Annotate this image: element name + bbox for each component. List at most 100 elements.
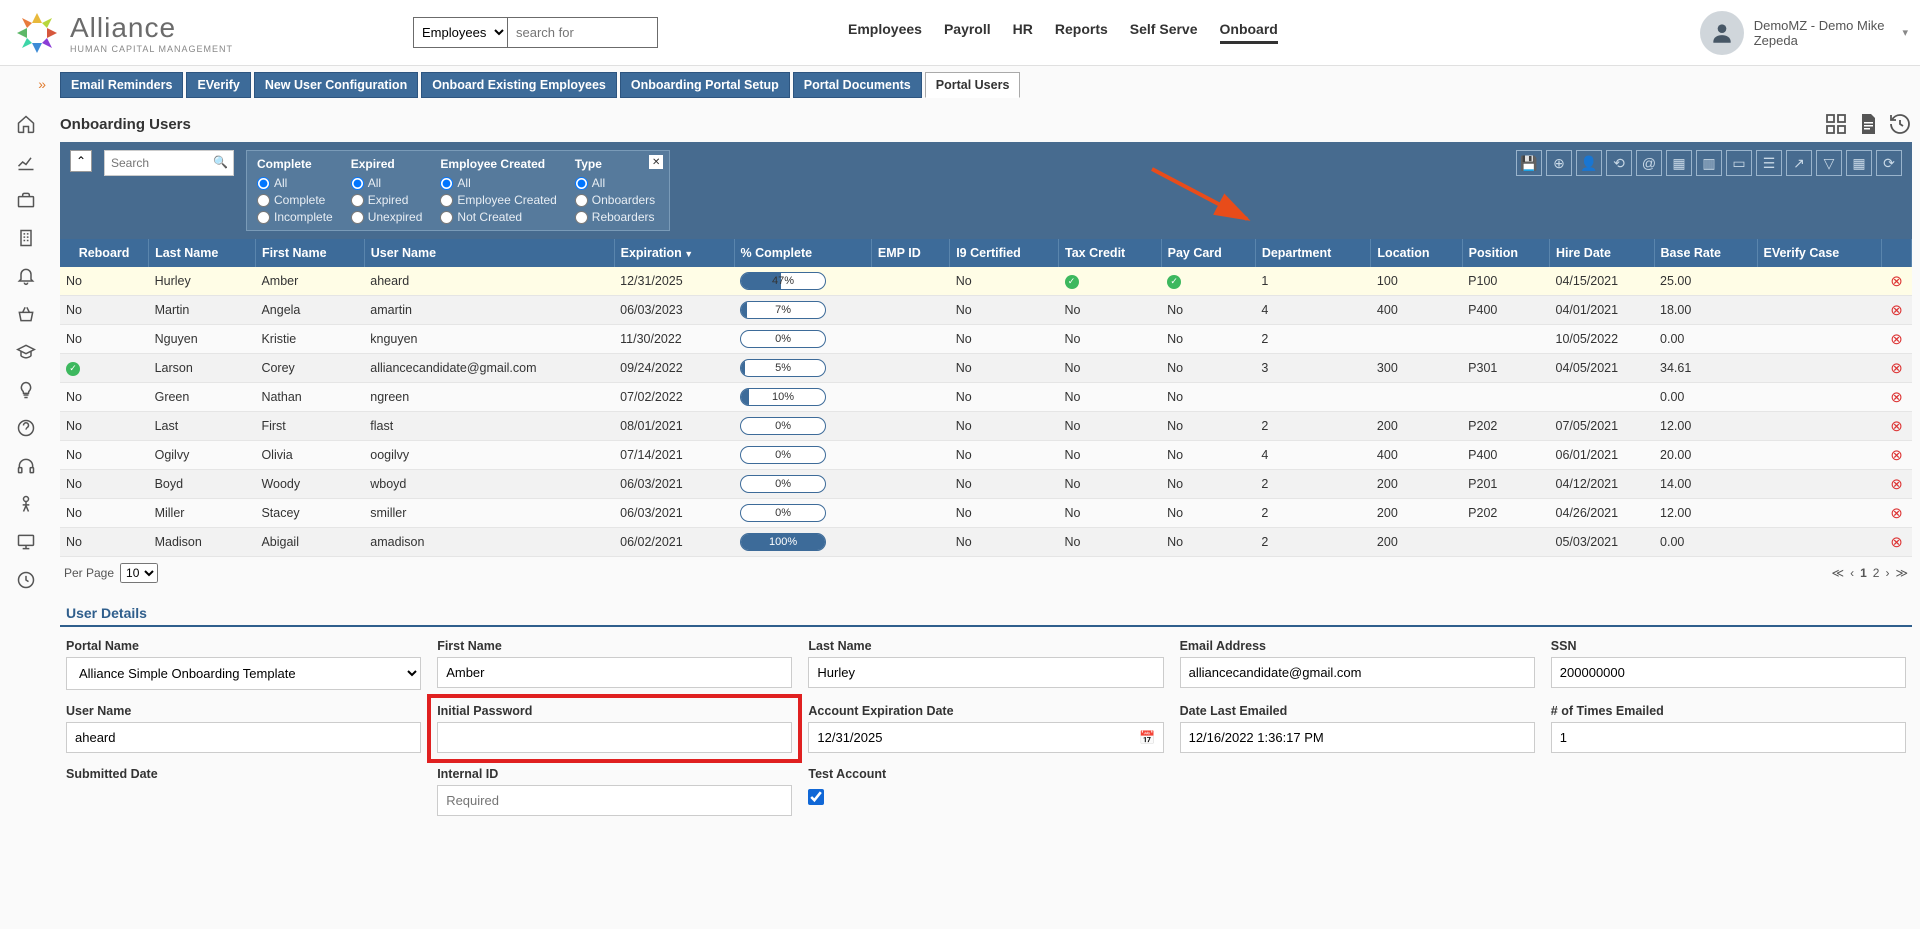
- clock-icon[interactable]: [16, 570, 36, 590]
- col-pay-card[interactable]: Pay Card: [1161, 239, 1255, 267]
- tab-portal-users[interactable]: Portal Users: [925, 72, 1021, 98]
- times-emailed-input[interactable]: [1551, 722, 1906, 753]
- delete-icon[interactable]: ⊗: [1882, 499, 1912, 528]
- filter-expired-expired[interactable]: Expired: [351, 193, 423, 207]
- tab-email-reminders[interactable]: Email Reminders: [60, 72, 183, 98]
- delete-icon[interactable]: ⊗: [1882, 267, 1912, 296]
- folder-icon[interactable]: ▭: [1726, 150, 1752, 176]
- col-location[interactable]: Location: [1371, 239, 1462, 267]
- table-row[interactable]: NoMillerStaceysmiller06/03/20210%NoNoNo2…: [60, 499, 1912, 528]
- add-icon[interactable]: ⊕: [1546, 150, 1572, 176]
- col-expiration[interactable]: Expiration: [614, 239, 734, 267]
- nav-hr[interactable]: HR: [1013, 21, 1033, 44]
- document-icon[interactable]: [1856, 112, 1880, 136]
- delete-icon[interactable]: ⊗: [1882, 383, 1912, 412]
- help-icon[interactable]: [16, 418, 36, 438]
- table-row[interactable]: ✓LarsonCoreyalliancecandidate@gmail.com0…: [60, 354, 1912, 383]
- history-icon[interactable]: [1888, 112, 1912, 136]
- test-acct-checkbox[interactable]: [808, 789, 824, 805]
- filter-expired-all[interactable]: All: [351, 176, 423, 190]
- briefcase-icon[interactable]: [16, 190, 36, 210]
- col-department[interactable]: Department: [1255, 239, 1371, 267]
- delete-icon[interactable]: ⊗: [1882, 325, 1912, 354]
- pager-next-icon[interactable]: ›: [1885, 566, 1889, 580]
- nav-reports[interactable]: Reports: [1055, 21, 1108, 44]
- ssn-input[interactable]: [1551, 657, 1906, 688]
- delete-icon[interactable]: ⊗: [1882, 470, 1912, 499]
- export-icon[interactable]: ↗: [1786, 150, 1812, 176]
- acct-exp-input[interactable]: [808, 722, 1163, 753]
- close-filter-icon[interactable]: ✕: [649, 155, 663, 169]
- nav-onboard[interactable]: Onboard: [1220, 21, 1278, 44]
- table-row[interactable]: NoBoydWoodywboyd06/03/20210%NoNoNo2200P2…: [60, 470, 1912, 499]
- filter-complete-complete[interactable]: Complete: [257, 193, 333, 207]
- filter-empcreated-notcreated[interactable]: Not Created: [440, 210, 556, 224]
- last-emailed-input[interactable]: [1180, 722, 1535, 753]
- filter-icon[interactable]: ▽: [1816, 150, 1842, 176]
- filter-empcreated-all[interactable]: All: [440, 176, 556, 190]
- table-row[interactable]: NoHurleyAmberaheard12/31/202547%No✓✓1100…: [60, 267, 1912, 296]
- collapse-filter-icon[interactable]: ⌃: [70, 150, 92, 172]
- search-scope-select[interactable]: Employees: [413, 17, 508, 48]
- col-base-rate[interactable]: Base Rate: [1654, 239, 1757, 267]
- list-icon[interactable]: ☰: [1756, 150, 1782, 176]
- chart-icon[interactable]: [16, 152, 36, 172]
- delete-icon[interactable]: ⊗: [1882, 296, 1912, 325]
- col-reboard[interactable]: Reboard: [60, 239, 149, 267]
- pager-last-icon[interactable]: ≫: [1895, 566, 1908, 580]
- pager-page2[interactable]: 2: [1873, 566, 1880, 580]
- person-icon[interactable]: [16, 494, 36, 514]
- per-page-select[interactable]: 10: [120, 563, 158, 583]
- portal-name-select[interactable]: Alliance Simple Onboarding Template: [66, 657, 421, 690]
- email-input[interactable]: [1180, 657, 1535, 688]
- col-everify-case[interactable]: EVerify Case: [1757, 239, 1882, 267]
- nav-employees[interactable]: Employees: [848, 21, 922, 44]
- monitor-icon[interactable]: [16, 532, 36, 552]
- nav-payroll[interactable]: Payroll: [944, 21, 991, 44]
- tab-portal-setup[interactable]: Onboarding Portal Setup: [620, 72, 790, 98]
- internal-id-input[interactable]: [437, 785, 792, 816]
- col-i9-certified[interactable]: I9 Certified: [950, 239, 1059, 267]
- col-last-name[interactable]: Last Name: [149, 239, 256, 267]
- col-position[interactable]: Position: [1462, 239, 1549, 267]
- col-tax-credit[interactable]: Tax Credit: [1059, 239, 1162, 267]
- basket-icon[interactable]: [16, 304, 36, 324]
- export-pdf-icon[interactable]: ▦: [1666, 150, 1692, 176]
- graduation-icon[interactable]: [16, 342, 36, 362]
- col-hire-date[interactable]: Hire Date: [1550, 239, 1655, 267]
- user-menu[interactable]: DemoMZ - Demo Mike Zepeda ▾: [1700, 11, 1908, 55]
- filter-expired-unexpired[interactable]: Unexpired: [351, 210, 423, 224]
- tab-everify[interactable]: EVerify: [186, 72, 250, 98]
- first-name-input[interactable]: [437, 657, 792, 688]
- headphones-icon[interactable]: [16, 456, 36, 476]
- nav-selfserve[interactable]: Self Serve: [1130, 21, 1198, 44]
- last-name-input[interactable]: [808, 657, 1163, 688]
- col-emp-id[interactable]: EMP ID: [871, 239, 949, 267]
- pager-first-icon[interactable]: ≪: [1832, 566, 1845, 580]
- sidebar-expand-icon[interactable]: »: [38, 76, 46, 92]
- col-[interactable]: [1882, 239, 1912, 267]
- filter-type-all[interactable]: All: [575, 176, 655, 190]
- filter-type-onboarders[interactable]: Onboarders: [575, 193, 655, 207]
- delete-icon[interactable]: ⊗: [1882, 412, 1912, 441]
- table-row[interactable]: NoMadisonAbigailamadison06/02/2021100%No…: [60, 528, 1912, 557]
- table-row[interactable]: NoOgilvyOliviaoogilvy07/14/20210%NoNoNo4…: [60, 441, 1912, 470]
- initial-password-input[interactable]: [437, 722, 792, 753]
- bell-icon[interactable]: [16, 266, 36, 286]
- calendar-icon[interactable]: 📅: [1139, 730, 1155, 746]
- table-row[interactable]: NoLastFirstflast08/01/20210%NoNoNo2200P2…: [60, 412, 1912, 441]
- table-row[interactable]: NoNguyenKristieknguyen11/30/20220%NoNoNo…: [60, 325, 1912, 354]
- col--complete[interactable]: % Complete: [734, 239, 871, 267]
- lightbulb-icon[interactable]: [16, 380, 36, 400]
- filter-complete-all[interactable]: All: [257, 176, 333, 190]
- delete-icon[interactable]: ⊗: [1882, 354, 1912, 383]
- refresh-history-icon[interactable]: ⟲: [1606, 150, 1632, 176]
- table-row[interactable]: NoMartinAngelaamartin06/03/20237%NoNoNo4…: [60, 296, 1912, 325]
- filter-type-reboarders[interactable]: Reboarders: [575, 210, 655, 224]
- tab-new-user-config[interactable]: New User Configuration: [254, 72, 418, 98]
- col-user-name[interactable]: User Name: [364, 239, 614, 267]
- filter-empcreated-created[interactable]: Employee Created: [440, 193, 556, 207]
- email-icon[interactable]: @: [1636, 150, 1662, 176]
- tab-onboard-existing[interactable]: Onboard Existing Employees: [421, 72, 617, 98]
- tab-portal-docs[interactable]: Portal Documents: [793, 72, 922, 98]
